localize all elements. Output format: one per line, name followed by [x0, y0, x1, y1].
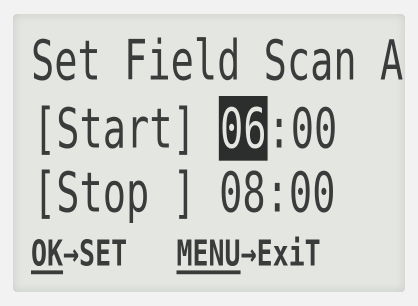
- ok-arrow-icon: →: [63, 232, 80, 275]
- screen-title: Set Field Scan A: [31, 28, 404, 93]
- menu-arrow-icon: →: [240, 232, 257, 275]
- stop-time-row: [Stop ] 08:00: [33, 160, 335, 225]
- start-minute-field[interactable]: 00: [291, 96, 338, 161]
- stop-time-separator: :: [265, 160, 289, 225]
- ok-action-label: SET: [79, 232, 128, 275]
- ok-key-label: OK: [31, 232, 64, 275]
- softkey-footer: OK→SET MENU→ExiT: [31, 232, 321, 274]
- lcd-display: Set Field Scan A [Start] 06:00 [Stop ] 0…: [13, 14, 405, 292]
- stop-minute-field[interactable]: 00: [289, 160, 336, 225]
- stop-hour-field[interactable]: 08: [219, 160, 266, 225]
- start-label: [Start]: [33, 96, 196, 161]
- ok-set-softkey[interactable]: OK→SET: [31, 232, 127, 274]
- start-time-separator: :: [267, 96, 291, 161]
- start-hour-field[interactable]: 06: [219, 96, 268, 161]
- device-screen-frame: Set Field Scan A [Start] 06:00 [Stop ] 0…: [0, 0, 418, 306]
- menu-action-label: ExiT: [256, 232, 321, 275]
- stop-label: [Stop ]: [33, 160, 196, 225]
- menu-key-label: MENU: [176, 232, 241, 275]
- menu-exit-softkey[interactable]: MENU→ExiT: [176, 232, 320, 274]
- start-time-row: [Start] 06:00: [33, 96, 337, 161]
